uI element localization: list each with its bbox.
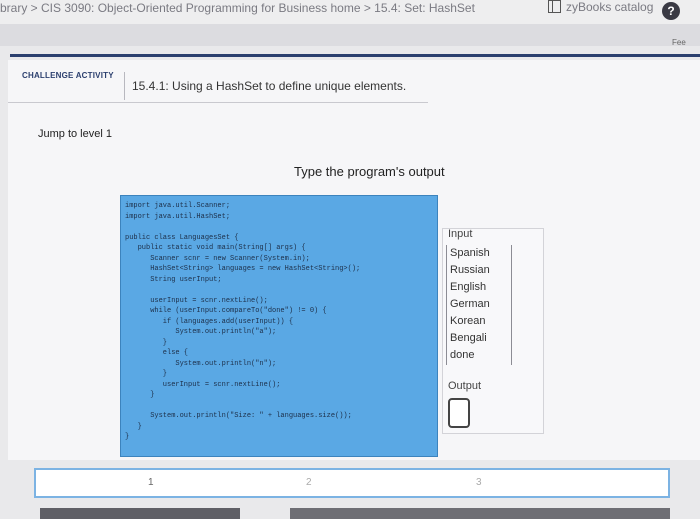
activity-type-label: CHALLENGE ACTIVITY <box>22 71 114 80</box>
check-button[interactable] <box>40 508 240 519</box>
header-band <box>0 24 700 46</box>
top-bar: brary > CIS 3090: Object-Oriented Progra… <box>0 0 700 25</box>
input-line: Russian <box>450 264 490 276</box>
input-line: Bengali <box>450 332 487 344</box>
output-heading: Output <box>448 380 482 392</box>
input-line: German <box>450 298 490 310</box>
jump-to-level[interactable]: Jump to level 1 <box>38 128 112 140</box>
input-list: Spanish Russian English German Korean Be… <box>446 245 512 365</box>
input-line: English <box>450 281 487 293</box>
input-line: Korean <box>450 315 486 327</box>
activity-accent-bar <box>10 54 700 57</box>
code-panel: import java.util.Scanner; import java.ut… <box>120 195 438 457</box>
book-icon <box>548 0 561 13</box>
next-button[interactable] <box>290 508 670 519</box>
help-button[interactable]: ? <box>662 2 680 20</box>
zybooks-catalog-link[interactable]: zyBooks catalog <box>548 0 653 15</box>
code-listing: import java.util.Scanner; import java.ut… <box>125 202 361 441</box>
divider <box>8 102 428 103</box>
instruction-text: Type the program's output <box>294 164 445 179</box>
feedback-link[interactable]: Fee <box>672 38 686 47</box>
input-heading: Input <box>448 228 473 240</box>
level-progress-bar: 1 2 3 <box>34 468 670 498</box>
input-line: done <box>450 349 475 361</box>
catalog-label: zyBooks catalog <box>566 0 654 14</box>
level-indicator-2[interactable]: 2 <box>306 470 312 496</box>
level-indicator-1[interactable]: 1 <box>148 470 154 496</box>
divider <box>124 72 125 100</box>
activity-title: 15.4.1: Using a HashSet to define unique… <box>132 79 407 93</box>
input-line: Spanish <box>450 247 490 259</box>
breadcrumb[interactable]: brary > CIS 3090: Object-Oriented Progra… <box>0 0 475 16</box>
level-indicator-3[interactable]: 3 <box>476 470 482 496</box>
output-answer-box[interactable] <box>448 398 470 428</box>
